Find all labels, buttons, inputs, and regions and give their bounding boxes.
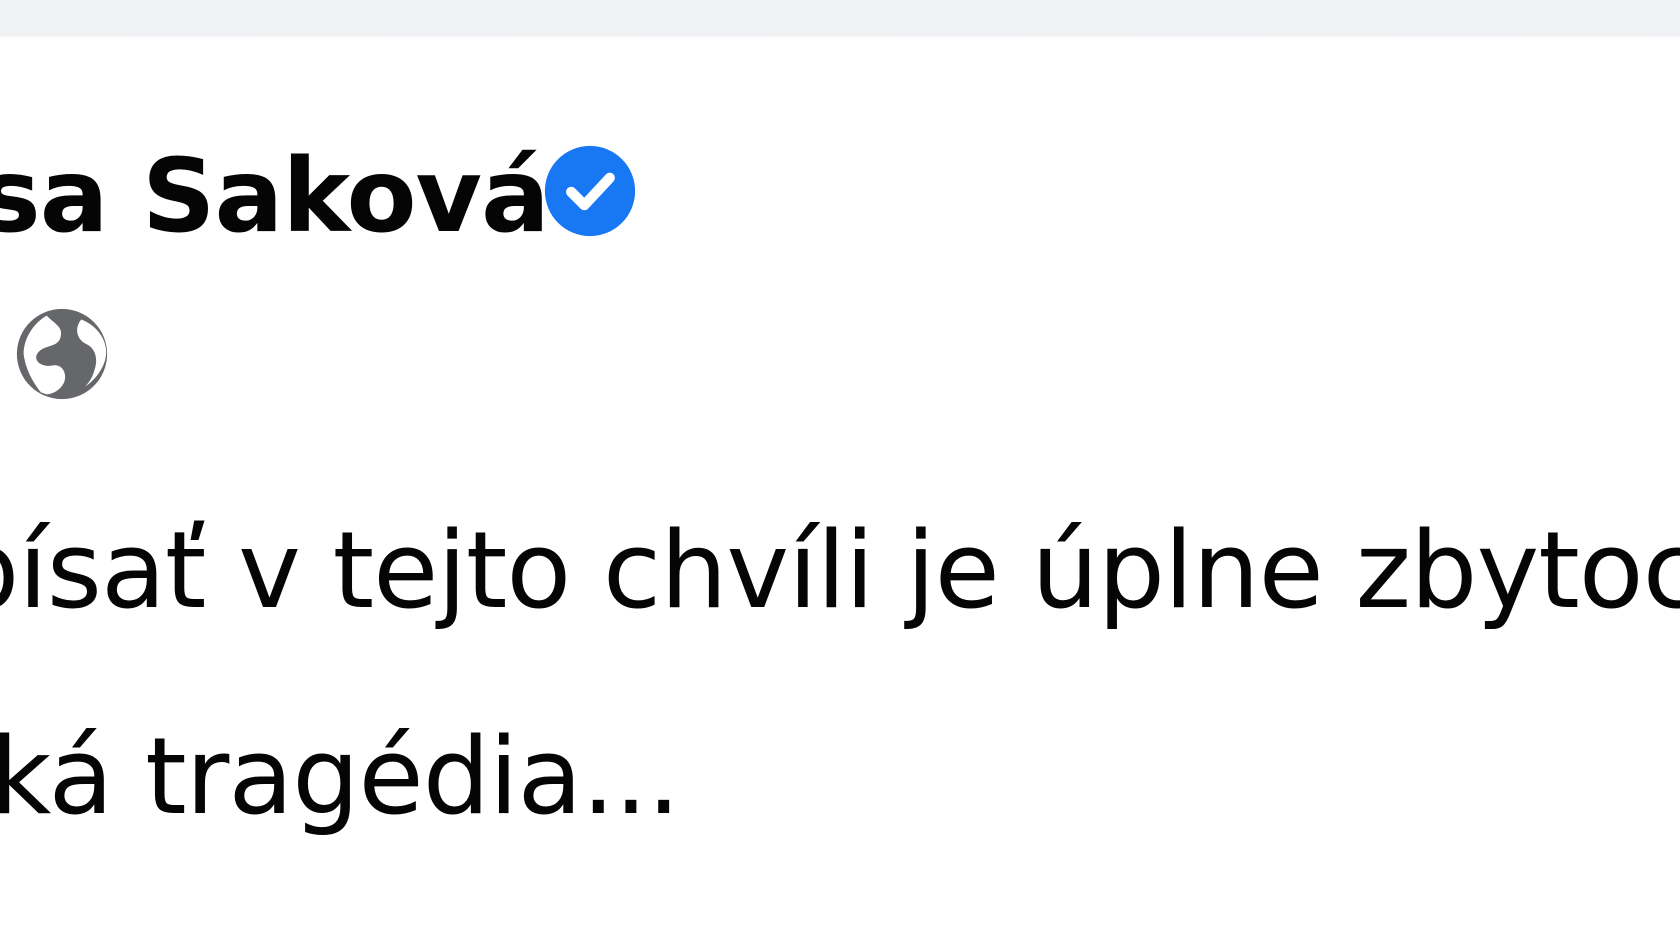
post-card: sa Saková písať v tejto chvíli je úplne … — [0, 38, 1680, 945]
author-name-link[interactable]: sa Saková — [0, 146, 550, 248]
post-text-line: písať v tejto chvíli je úplne zbytoc — [0, 509, 1680, 632]
post-text-line: ká tragédia... — [0, 715, 681, 838]
verified-badge-icon — [544, 145, 636, 237]
globe-icon[interactable] — [14, 306, 110, 402]
top-bar — [0, 0, 1680, 34]
